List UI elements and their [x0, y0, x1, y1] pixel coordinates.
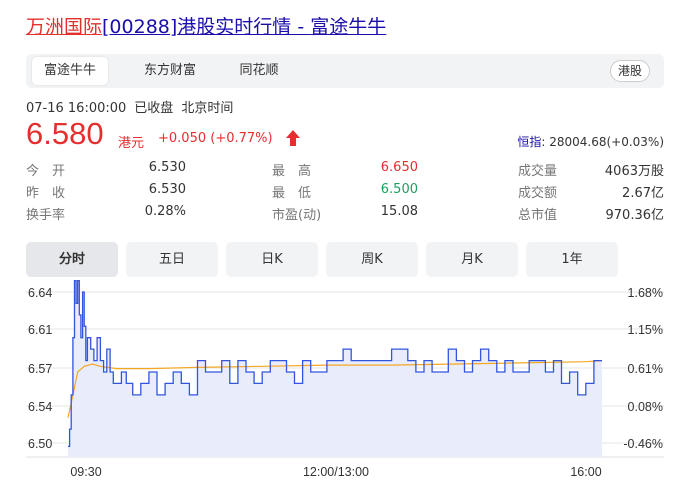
tab-monthly-k[interactable]: 月K: [426, 242, 518, 277]
title-source[interactable]: 富途牛牛: [310, 16, 386, 38]
title-stock-code[interactable]: [00288]: [102, 16, 177, 38]
stat-label-volume: 成交量: [518, 164, 558, 179]
y-tick-label-right: 0.61%: [628, 362, 663, 376]
market-state: 已收盘: [134, 101, 174, 116]
stat-label-open: 今 开: [26, 164, 66, 179]
tab-five-day[interactable]: 五日: [126, 242, 218, 277]
stat-value-low: 6.500: [380, 182, 418, 197]
y-tick-label-right: 1.15%: [628, 323, 663, 337]
source-tab-bar: 富途牛牛 东方财富 同花顺 港股: [26, 54, 664, 88]
y-tick-label-left: 6.54: [28, 400, 52, 414]
stat-label-turnover: 成交额: [518, 186, 558, 201]
hang-seng-index[interactable]: 恒指: 28004.68(+0.03%): [517, 133, 664, 150]
tab-daily-k[interactable]: 日K: [226, 242, 318, 277]
index-value: : 28004.68(+0.03%): [541, 135, 664, 149]
y-tick-label-right: -0.46%: [623, 437, 663, 451]
tab-one-year[interactable]: 1年: [526, 242, 618, 277]
title-stock-name[interactable]: 万洲国际: [26, 16, 102, 38]
y-tick-label-right: 1.68%: [628, 286, 663, 300]
stat-value-high: 6.650: [380, 160, 418, 175]
y-tick-label-left: 6.61: [28, 323, 52, 337]
stat-label-market-cap: 总市值: [518, 208, 558, 223]
stat-value-prev-close: 6.530: [148, 182, 186, 197]
market-badge[interactable]: 港股: [609, 60, 650, 82]
stat-value-market-cap: 970.36亿: [605, 208, 665, 223]
y-tick-label-left: 6.50: [28, 437, 52, 451]
tab-eastmoney[interactable]: 东方财富: [128, 57, 212, 85]
price-change: +0.050 (+0.77%): [158, 131, 273, 146]
stat-label-high: 最 高: [272, 164, 312, 179]
up-arrow-icon: [286, 130, 300, 146]
stat-label-low: 最 低: [272, 186, 312, 201]
title-separator: -: [291, 16, 311, 38]
quote-time: 07-16 16:00:00: [26, 101, 127, 116]
tab-weekly-k[interactable]: 周K: [326, 242, 418, 277]
tab-tonghuashun[interactable]: 同花顺: [222, 57, 296, 85]
stat-value-open: 6.530: [148, 160, 186, 175]
y-tick-label-right: 0.08%: [628, 400, 663, 414]
stat-value-pe: 15.08: [380, 204, 418, 219]
quote-status: 07-16 16:00:00 已收盘 北京时间: [26, 97, 241, 116]
currency-label: 港元: [118, 136, 145, 151]
tab-futu[interactable]: 富途牛牛: [32, 57, 108, 85]
x-tick-label: 09:30: [70, 465, 101, 479]
stat-value-volume: 4063万股: [604, 164, 664, 179]
stat-label-prev-close: 昨 收: [26, 186, 66, 201]
page-title[interactable]: 万洲国际[00288]港股实时行情 - 富途牛牛: [26, 12, 386, 39]
stat-label-pe: 市盈(动): [272, 208, 322, 223]
stats-grid: 今 开 6.530 最 高 6.650 成交量 4063万股 昨 收 6.530…: [26, 160, 664, 226]
time-zone: 北京时间: [181, 101, 234, 116]
period-tab-bar: 分时 五日 日K 周K 月K 1年: [26, 242, 618, 277]
stat-value-turnover-rate: 0.28%: [144, 204, 186, 219]
stat-value-turnover: 2.67亿: [622, 186, 664, 201]
last-price: 6.580: [26, 116, 104, 151]
title-text[interactable]: 港股实时行情: [177, 16, 291, 38]
tab-intraday[interactable]: 分时: [26, 242, 118, 277]
intraday-chart[interactable]: 6.64 6.61 6.57 6.54 6.50 1.68% 1.15% 0.61% 0.08%…: [0, 280, 690, 488]
x-tick-label: 16:00: [570, 465, 601, 479]
stats-row: 昨 收 6.530 最 低 6.500 成交额 2.67亿: [26, 182, 664, 204]
stat-label-turnover-rate: 换手率: [26, 208, 66, 223]
x-tick-label: 12:00/13:00: [303, 465, 369, 479]
index-name[interactable]: 恒指: [517, 135, 541, 149]
stats-row: 今 开 6.530 最 高 6.650 成交量 4063万股: [26, 160, 664, 182]
y-tick-label-left: 6.64: [28, 286, 52, 300]
y-tick-label-left: 6.57: [28, 362, 52, 376]
stats-row: 换手率 0.28% 市盈(动) 15.08 总市值 970.36亿: [26, 204, 664, 226]
